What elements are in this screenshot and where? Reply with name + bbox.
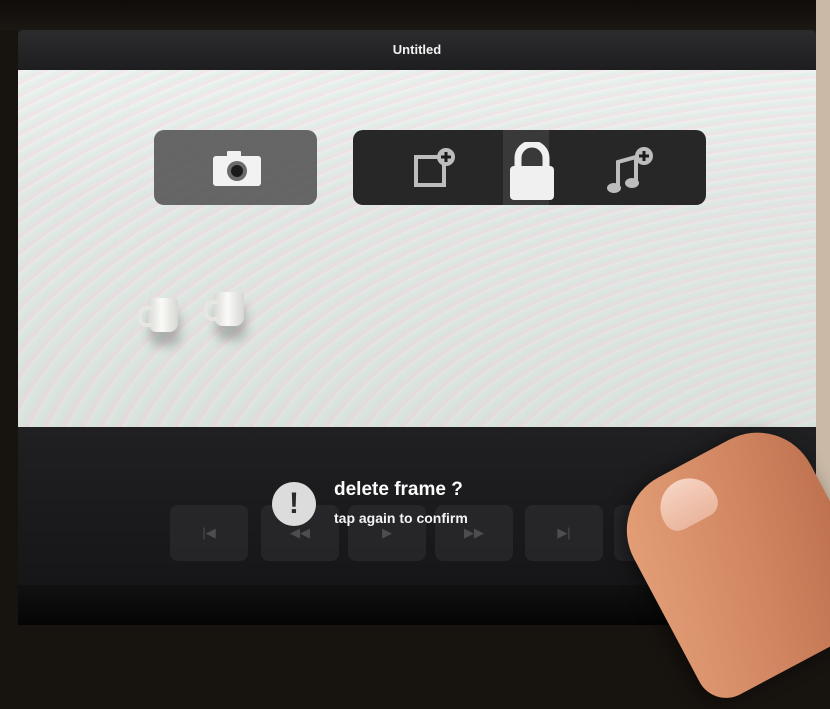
rewind-icon: ◀◀ (290, 525, 310, 540)
skip-to-end-icon: ▶| (557, 525, 571, 540)
camera-icon (213, 151, 261, 186)
cup-right (204, 292, 244, 326)
add-music-button[interactable] (568, 130, 698, 205)
cup-left (138, 298, 178, 332)
skip-to-start-button[interactable]: |◀ (170, 505, 248, 561)
alert-title: delete frame ? (334, 479, 463, 500)
skip-to-end-button[interactable]: ▶| (525, 505, 603, 561)
add-frame-icon (414, 148, 455, 187)
media-toolbar (353, 130, 706, 205)
capture-button[interactable] (154, 130, 317, 205)
skip-to-start-icon: |◀ (202, 525, 216, 540)
document-title[interactable]: Untitled (18, 42, 816, 57)
fast-forward-icon: ▶▶ (464, 525, 484, 540)
camera-preview (18, 70, 816, 427)
add-frame-button[interactable] (393, 130, 483, 205)
lock-icon[interactable] (506, 142, 558, 202)
alert-icon: ! (272, 482, 316, 526)
device-bezel (0, 0, 830, 30)
add-music-icon (607, 147, 653, 193)
alert-subtitle: tap again to confirm (334, 510, 468, 526)
fingernail (650, 468, 724, 536)
play-icon: ▶ (382, 525, 392, 540)
title-bar: Untitled (18, 30, 816, 70)
